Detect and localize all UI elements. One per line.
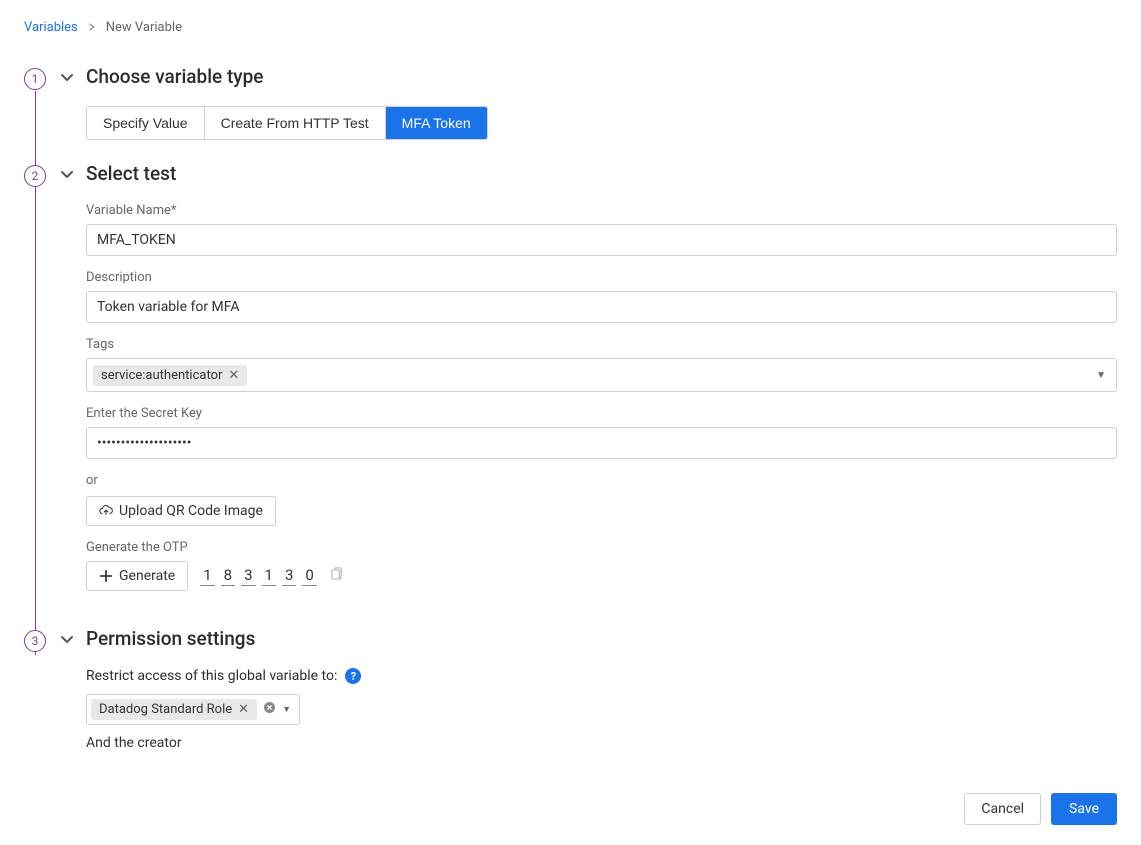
footer-buttons: Cancel Save (24, 793, 1117, 825)
creator-text: And the creator (86, 735, 1117, 751)
tags-input[interactable]: service:authenticator ✕ ▼ (86, 358, 1117, 392)
plus-icon (99, 569, 113, 583)
generate-label: Generate (119, 568, 175, 584)
tab-specify-value[interactable]: Specify Value (87, 107, 205, 139)
step-2: 2 Select test Variable Name* Description… (24, 162, 1117, 627)
variable-name-label: Variable Name* (86, 203, 1117, 218)
variable-type-tabs: Specify Value Create From HTTP Test MFA … (86, 106, 488, 140)
clear-icon[interactable] (263, 701, 276, 718)
upload-qr-label: Upload QR Code Image (119, 503, 263, 519)
chevron-down-icon[interactable] (60, 632, 74, 646)
tags-label: Tags (86, 337, 1117, 352)
generate-button[interactable]: Generate (86, 561, 188, 591)
caret-down-icon[interactable]: ▼ (282, 704, 291, 715)
upload-qr-button[interactable]: Upload QR Code Image (86, 496, 276, 526)
chevron-right-icon (88, 20, 96, 35)
breadcrumb-current: New Variable (106, 20, 182, 35)
otp-digit: 1 (200, 566, 214, 586)
breadcrumb-parent-link[interactable]: Variables (24, 20, 78, 35)
step-1: 1 Choose variable type Specify Value Cre… (24, 65, 1117, 162)
description-label: Description (86, 270, 1117, 285)
otp-display: 1 8 3 1 3 0 (200, 566, 317, 586)
variable-name-input[interactable] (86, 224, 1117, 256)
copy-icon[interactable] (329, 567, 344, 586)
step-title: Permission settings (86, 627, 255, 650)
otp-digit: 8 (221, 566, 235, 586)
secret-key-input[interactable] (86, 427, 1117, 459)
step-number-2: 2 (24, 165, 46, 187)
step-number-3: 3 (24, 630, 46, 652)
tag-chip: service:authenticator ✕ (93, 365, 247, 386)
breadcrumb: Variables New Variable (24, 20, 1117, 35)
role-text: Datadog Standard Role (99, 702, 232, 717)
secret-key-label: Enter the Secret Key (86, 406, 1117, 421)
save-button[interactable]: Save (1051, 793, 1117, 825)
tab-mfa-token[interactable]: MFA Token (386, 107, 487, 139)
role-chip: Datadog Standard Role ✕ (91, 699, 257, 720)
step-number-1: 1 (24, 68, 46, 90)
tag-text: service:authenticator (101, 368, 222, 383)
restrict-access-label: Restrict access of this global variable … (86, 668, 337, 684)
help-icon[interactable]: ? (345, 668, 361, 684)
caret-down-icon[interactable]: ▼ (1096, 370, 1110, 381)
chevron-down-icon[interactable] (60, 70, 74, 84)
otp-digit: 1 (262, 566, 276, 586)
chevron-down-icon[interactable] (60, 167, 74, 181)
step-title: Select test (86, 162, 176, 185)
cloud-upload-icon (99, 504, 113, 518)
description-input[interactable] (86, 291, 1117, 323)
cancel-button[interactable]: Cancel (964, 793, 1041, 825)
otp-digit: 3 (241, 566, 255, 586)
or-label: or (86, 473, 1117, 488)
otp-digit: 3 (282, 566, 296, 586)
step-3: 3 Permission settings Restrict access of… (24, 627, 1117, 773)
step-title: Choose variable type (86, 65, 263, 88)
role-select[interactable]: Datadog Standard Role ✕ ▼ (86, 694, 300, 725)
tab-create-from-http[interactable]: Create From HTTP Test (205, 107, 386, 139)
generate-otp-label: Generate the OTP (86, 540, 1117, 555)
close-icon[interactable]: ✕ (228, 369, 239, 382)
close-icon[interactable]: ✕ (238, 703, 249, 716)
otp-digit: 0 (302, 566, 316, 586)
connector-line (35, 188, 36, 655)
